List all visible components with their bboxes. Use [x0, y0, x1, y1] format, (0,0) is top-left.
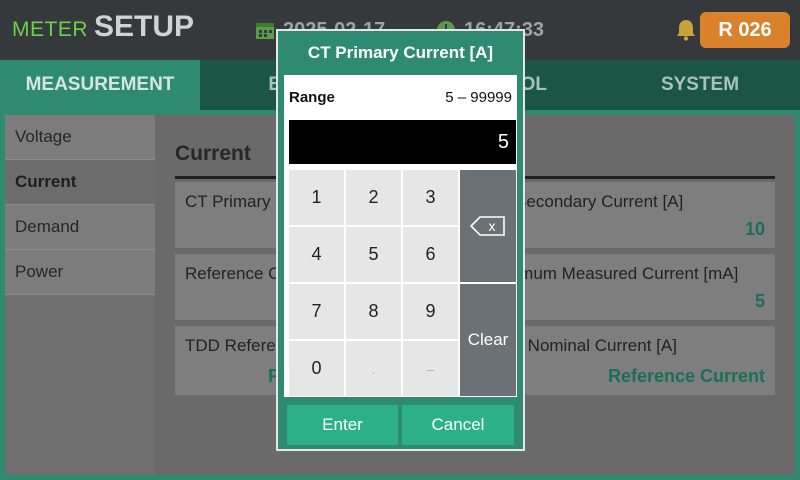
dialog-body: Range 5 – 99999 5 1 2 3 4 5 6 7 8 9 0 . … — [284, 75, 517, 397]
value-display[interactable]: 5 — [289, 120, 516, 164]
app-title: METER SETUP — [12, 10, 194, 50]
status-badge[interactable]: R 026 — [700, 12, 790, 48]
app-title-prefix: METER — [12, 18, 88, 41]
key-2[interactable]: 2 — [346, 170, 401, 225]
key-4[interactable]: 4 — [289, 227, 344, 282]
key-minus: – — [403, 341, 458, 396]
cancel-button[interactable]: Cancel — [402, 405, 514, 445]
sidebar-item-power[interactable]: Power — [5, 250, 155, 295]
key-3[interactable]: 3 — [403, 170, 458, 225]
key-7[interactable]: 7 — [289, 284, 344, 339]
numeric-input-dialog: CT Primary Current [A] Range 5 – 99999 5… — [276, 29, 525, 451]
field-value: 5 — [754, 291, 765, 311]
calendar-icon — [256, 23, 274, 39]
backspace-icon: x — [470, 215, 506, 237]
range-label: Range — [289, 89, 335, 106]
backspace-button[interactable]: x — [460, 170, 516, 282]
field-value: 10 — [744, 219, 765, 239]
field-label: Minimum Measured Current [mA] — [488, 264, 739, 283]
backspace-label: x — [488, 218, 496, 234]
clear-button[interactable]: Clear — [460, 284, 516, 396]
section-title: Current — [175, 142, 251, 165]
tab-measurement[interactable]: MEASUREMENT — [0, 60, 200, 110]
bell-icon[interactable] — [674, 18, 698, 42]
key-9[interactable]: 9 — [403, 284, 458, 339]
field-value: Reference Current — [607, 366, 765, 386]
sidebar-item-demand[interactable]: Demand — [5, 205, 155, 250]
tab-system[interactable]: SYSTEM — [600, 60, 800, 110]
key-8[interactable]: 8 — [346, 284, 401, 339]
key-6[interactable]: 6 — [403, 227, 458, 282]
sidebar: Voltage Current Demand Power — [5, 115, 155, 475]
dialog-title: CT Primary Current [A] — [307, 43, 494, 62]
key-5[interactable]: 5 — [346, 227, 401, 282]
key-1[interactable]: 1 — [289, 170, 344, 225]
range-value: 5 – 99999 — [445, 89, 512, 106]
app-title-main: SETUP — [94, 10, 195, 43]
sidebar-item-current[interactable]: Current — [5, 160, 155, 205]
enter-button[interactable]: Enter — [287, 405, 398, 445]
sidebar-item-voltage[interactable]: Voltage — [5, 115, 155, 160]
key-0[interactable]: 0 — [289, 341, 344, 396]
key-decimal: . — [346, 341, 401, 396]
